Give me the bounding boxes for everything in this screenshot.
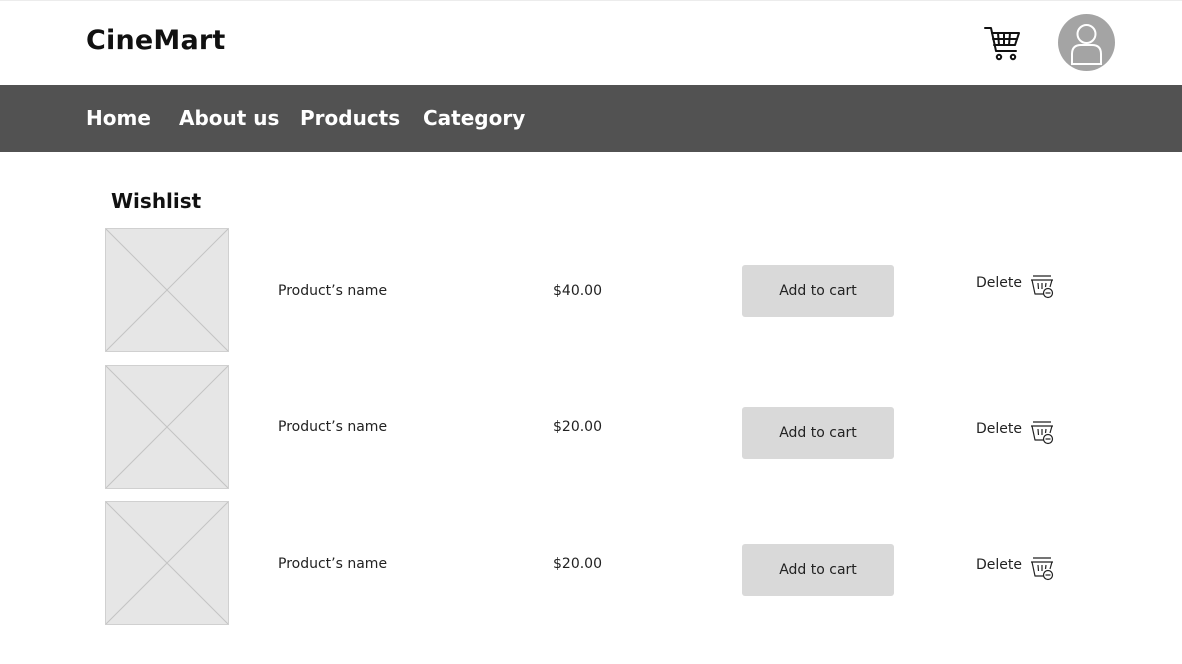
- nav-item-home[interactable]: Home: [86, 106, 151, 130]
- product-image-placeholder[interactable]: [105, 228, 229, 352]
- image-placeholder-icon: [106, 229, 228, 351]
- add-to-cart-button[interactable]: Add to cart: [742, 544, 894, 596]
- image-placeholder-icon: [106, 502, 228, 624]
- image-placeholder-icon: [106, 366, 228, 488]
- product-price: $20.00: [553, 556, 602, 572]
- main-navigation: Home About us Products Category: [0, 85, 1182, 152]
- delete-label: Delete: [976, 557, 1022, 573]
- delete-button[interactable]: Delete: [976, 552, 1058, 582]
- cart-icon: [984, 27, 1020, 61]
- product-image-placeholder[interactable]: [105, 501, 229, 625]
- delete-label: Delete: [976, 275, 1022, 291]
- wishlist-title: Wishlist: [111, 189, 202, 213]
- delete-button[interactable]: Delete: [976, 270, 1058, 300]
- user-avatar-icon: [1071, 24, 1102, 65]
- wishlist-row: Product’s name $20.00 Add to cart Delete: [0, 365, 1182, 491]
- add-to-cart-button[interactable]: Add to cart: [742, 265, 894, 317]
- product-name[interactable]: Product’s name: [278, 556, 387, 572]
- remove-from-basket-icon: [1031, 275, 1054, 299]
- product-name[interactable]: Product’s name: [278, 419, 387, 435]
- cart-button[interactable]: [982, 23, 1022, 63]
- remove-from-basket-icon: [1031, 557, 1054, 581]
- page: CineMart Home About us Products Category…: [0, 0, 1182, 664]
- top-bar: CineMart: [0, 0, 1182, 85]
- product-price: $40.00: [553, 283, 602, 299]
- product-image-placeholder[interactable]: [105, 365, 229, 489]
- wishlist-row: Product’s name $20.00 Add to cart Delete: [0, 501, 1182, 627]
- delete-label: Delete: [976, 421, 1022, 437]
- user-avatar[interactable]: [1058, 14, 1115, 71]
- brand-logo[interactable]: CineMart: [86, 25, 226, 56]
- nav-item-about-us[interactable]: About us: [179, 106, 279, 130]
- add-to-cart-button[interactable]: Add to cart: [742, 407, 894, 459]
- product-name[interactable]: Product’s name: [278, 283, 387, 299]
- remove-from-basket-icon: [1031, 421, 1054, 445]
- nav-item-category[interactable]: Category: [423, 106, 525, 130]
- delete-button[interactable]: Delete: [976, 416, 1058, 446]
- product-price: $20.00: [553, 419, 602, 435]
- wishlist-row: Product’s name $40.00 Add to cart Delete: [0, 228, 1182, 354]
- nav-item-products[interactable]: Products: [300, 106, 400, 130]
